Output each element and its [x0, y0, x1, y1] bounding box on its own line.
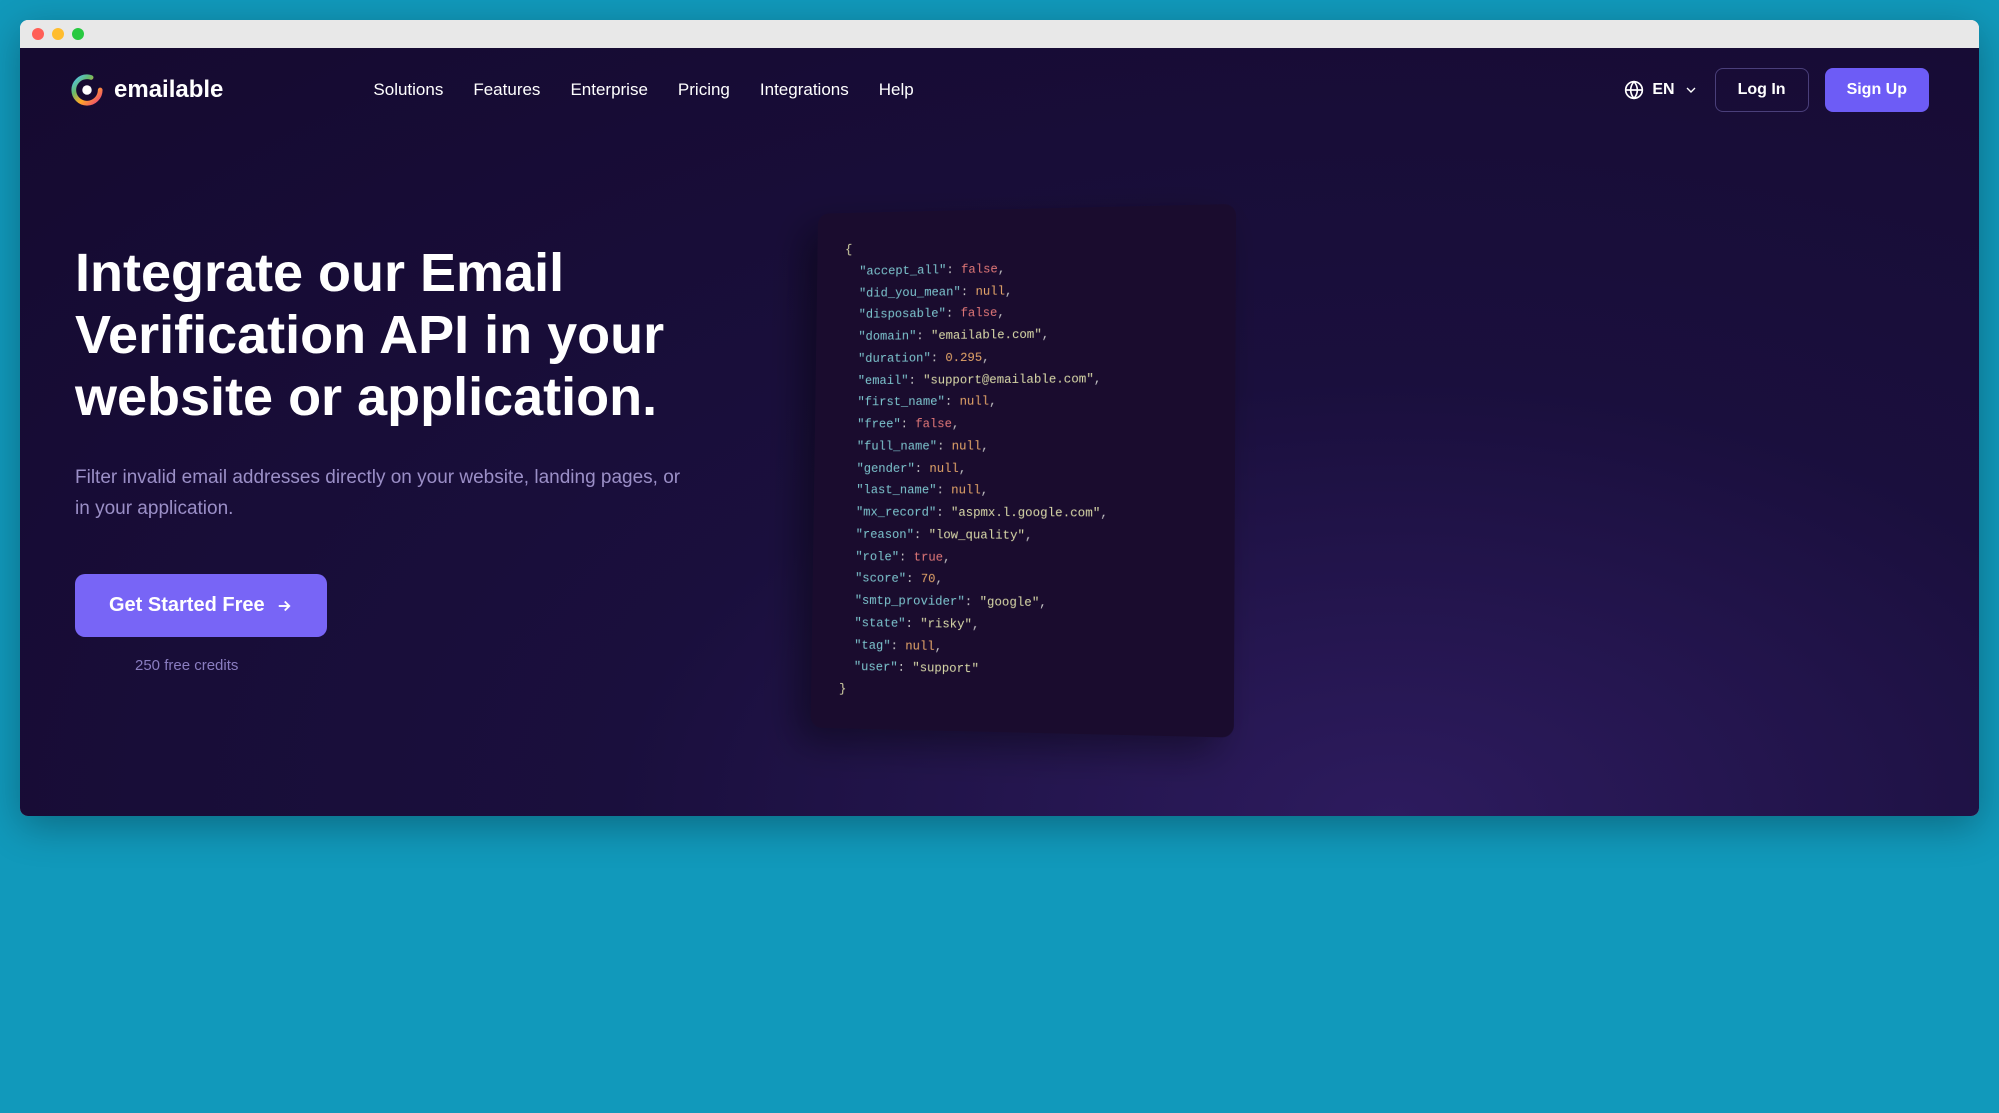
code-line: "last_name": null,	[842, 480, 1206, 503]
code-line: "duration": 0.295,	[843, 345, 1205, 371]
code-line: "first_name": null,	[843, 390, 1206, 414]
nav-links: Solutions Features Enterprise Pricing In…	[373, 80, 913, 100]
nav-solutions[interactable]: Solutions	[373, 80, 443, 100]
code-line: "role": true,	[841, 546, 1205, 571]
login-button[interactable]: Log In	[1715, 68, 1809, 112]
hero-copy: Integrate our Email Verification API in …	[75, 192, 755, 736]
hero-title: Integrate our Email Verification API in …	[75, 242, 755, 428]
code-line: "mx_record": "aspmx.l.google.com",	[841, 502, 1205, 526]
language-selector[interactable]: EN	[1624, 80, 1698, 100]
code-line: "full_name": null,	[842, 435, 1205, 458]
arrow-right-icon	[275, 597, 293, 615]
brand-name: emailable	[114, 76, 223, 104]
chevron-down-icon	[1683, 82, 1699, 98]
nav-pricing[interactable]: Pricing	[678, 80, 730, 100]
window-titlebar	[20, 20, 1979, 48]
code-line: "gender": null,	[842, 458, 1205, 481]
nav-enterprise[interactable]: Enterprise	[570, 80, 647, 100]
main-navbar: emailable Solutions Features Enterprise …	[20, 48, 1979, 132]
hero-subtitle: Filter invalid email addresses directly …	[75, 463, 695, 524]
minimize-window-button[interactable]	[52, 28, 64, 40]
get-started-button[interactable]: Get Started Free	[75, 574, 327, 637]
nav-help[interactable]: Help	[879, 80, 914, 100]
code-line: "reason": "low_quality",	[841, 524, 1205, 549]
logo-icon	[70, 73, 104, 107]
code-line: "free": false,	[843, 412, 1206, 436]
maximize-window-button[interactable]	[72, 28, 84, 40]
nav-right: EN Log In Sign Up	[1624, 68, 1929, 112]
page-content: emailable Solutions Features Enterprise …	[20, 48, 1979, 816]
signup-button[interactable]: Sign Up	[1825, 68, 1929, 112]
hero-section: Integrate our Email Verification API in …	[20, 132, 1979, 816]
free-credits-text: 250 free credits	[135, 657, 755, 674]
browser-window: emailable Solutions Features Enterprise …	[20, 20, 1979, 816]
nav-integrations[interactable]: Integrations	[760, 80, 849, 100]
globe-icon	[1624, 80, 1644, 100]
code-sample-panel: { "accept_all": false, "did_you_mean": n…	[811, 204, 1237, 737]
language-code: EN	[1652, 81, 1674, 99]
close-window-button[interactable]	[32, 28, 44, 40]
brand-logo[interactable]: emailable	[70, 73, 223, 107]
code-line: "email": "support@emailable.com",	[843, 367, 1206, 392]
cta-label: Get Started Free	[109, 594, 265, 617]
nav-features[interactable]: Features	[473, 80, 540, 100]
